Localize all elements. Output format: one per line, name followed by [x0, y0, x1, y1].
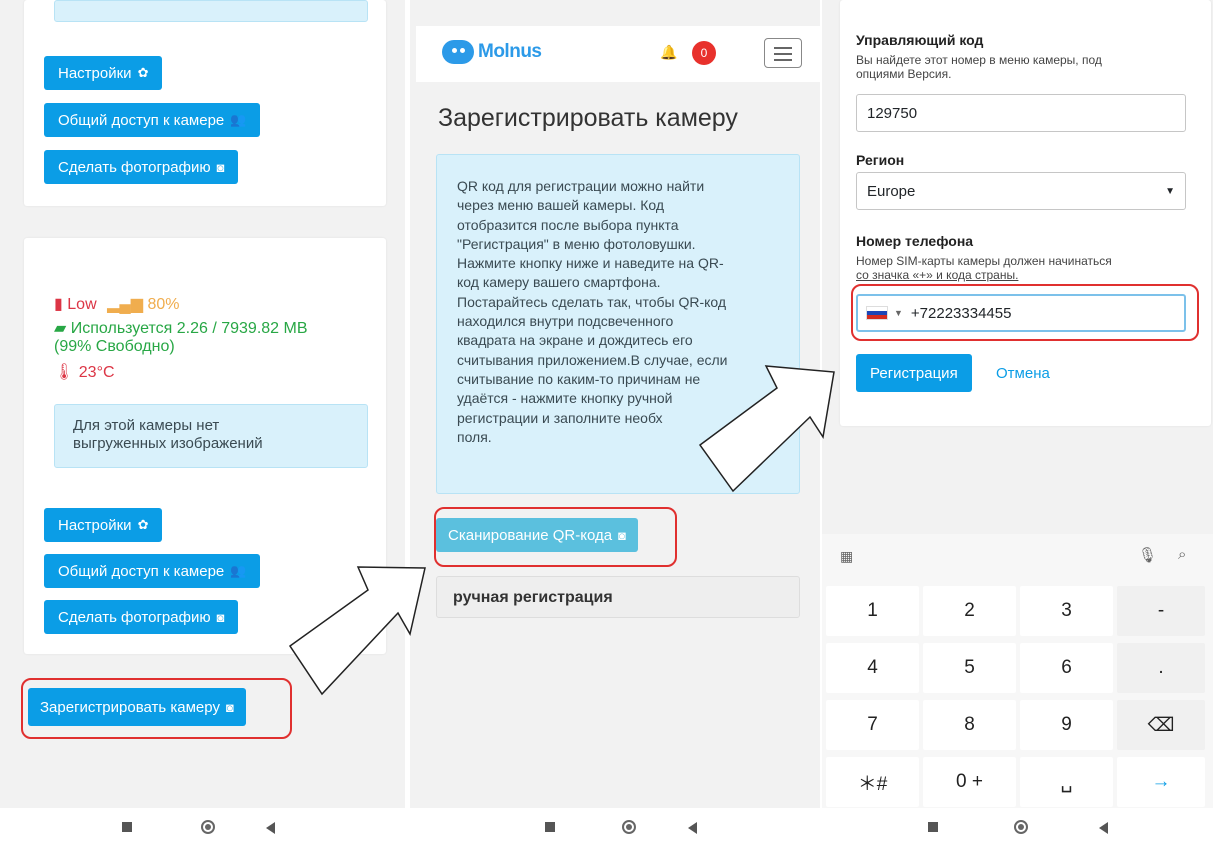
arrow-icon [288, 566, 426, 696]
arrow-icon [698, 365, 835, 493]
arrow-overlay [288, 365, 835, 696]
